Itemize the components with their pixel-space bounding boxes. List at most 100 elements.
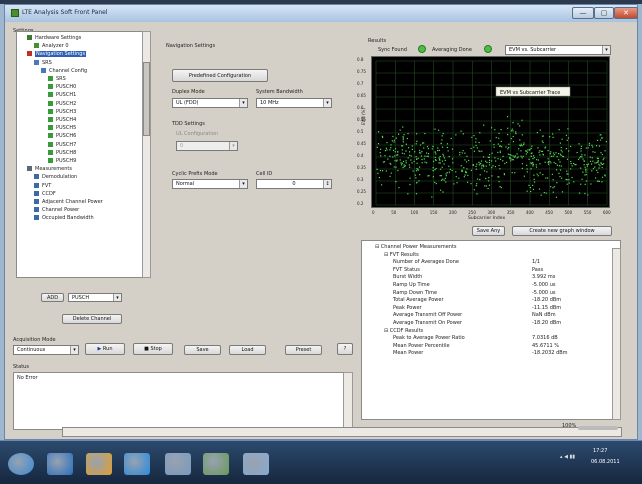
monitor-icon[interactable] (243, 453, 269, 475)
result-row[interactable]: ⊟ Channel Power Measurements (375, 244, 457, 251)
cell-id-input[interactable]: 0 ↕ (256, 179, 332, 189)
tree-item[interactable]: PUSCH5 (48, 125, 76, 132)
status-scrollbar[interactable] (343, 372, 353, 430)
results-view-select[interactable]: EVM vs. Subcarrier ▾ (505, 45, 611, 55)
help-button[interactable]: ? (337, 343, 353, 355)
y-tick-label: 0.8 (357, 57, 364, 62)
tree-item[interactable]: FVT (34, 182, 51, 190)
data-point (552, 179, 554, 181)
chevron-down-icon: ▾ (239, 180, 247, 188)
save-button[interactable]: Save (184, 345, 221, 355)
data-point (449, 168, 451, 171)
tree-item[interactable]: PUSCH8 (48, 149, 76, 157)
tree-item[interactable]: Occupied Bandwidth (34, 215, 94, 222)
minimize-button[interactable]: — (572, 7, 594, 19)
duplex-mode-select[interactable]: UL (FDD) ▾ (172, 98, 248, 108)
channel-type-select[interactable]: PUSCH ▾ (68, 293, 122, 302)
data-point (520, 150, 522, 152)
media-player-icon[interactable] (47, 453, 73, 475)
data-point (448, 155, 450, 158)
save-any-button[interactable]: Save Any (472, 226, 505, 236)
tree-item[interactable]: Adjacent Channel Power (34, 199, 103, 206)
maximize-button[interactable]: ▢ (594, 7, 614, 19)
tree-item[interactable]: Analyzer 0 (34, 43, 69, 50)
result-row[interactable]: FVT Status (393, 267, 420, 274)
data-point (507, 153, 509, 155)
tree-item[interactable]: Channel Power (34, 207, 79, 214)
evm-graph[interactable]: EVM vs Subcarrier Trace (371, 56, 610, 208)
result-row[interactable]: Average Transmit Off Power (393, 312, 462, 319)
result-row[interactable]: Mean Power Percentile (393, 343, 450, 350)
results-scrollbar[interactable] (612, 248, 621, 420)
acquisition-mode-select[interactable]: Continuous ▾ (13, 345, 79, 355)
run-button[interactable]: ▶ Run (85, 343, 125, 355)
tree-item[interactable]: PUSCH3 (48, 108, 76, 116)
delete-channel-button[interactable]: Delete Channel (62, 314, 122, 324)
data-point (513, 156, 515, 158)
tree-item[interactable]: PUSCH0 (48, 84, 76, 91)
data-point (479, 132, 481, 134)
add-channel-button[interactable]: ADD (41, 293, 64, 302)
predefined-configuration-button[interactable]: Predefined Configuration (172, 69, 268, 82)
spinner-icon[interactable]: ↕ (323, 180, 331, 188)
tree-item[interactable]: PUSCH4 (48, 117, 76, 124)
tray-clock[interactable]: 17:27 (593, 448, 607, 454)
tree-item[interactable]: Navigation Settings (27, 51, 87, 58)
tree-item-label: PUSCH1 (56, 92, 77, 99)
internet-explorer-icon[interactable] (124, 453, 150, 475)
tray-icons[interactable]: ▴ ◀ ▮▮ (560, 454, 584, 462)
tree-item[interactable]: Hardware Settings (27, 35, 81, 42)
horizontal-scrollbar[interactable] (62, 427, 622, 437)
tree-item[interactable]: PUSCH9 (48, 158, 76, 165)
data-point (491, 175, 493, 177)
data-point (521, 157, 523, 159)
result-row[interactable]: Mean Power (393, 350, 423, 357)
result-row[interactable]: Peak to Average Power Ratio (393, 335, 465, 342)
tree-item[interactable]: SRS (34, 59, 52, 67)
tree-item[interactable]: PUSCH1 (48, 92, 76, 99)
start-orb-icon[interactable] (8, 453, 34, 475)
explorer-icon[interactable] (86, 453, 112, 475)
tree-item[interactable]: PUSCH7 (48, 141, 76, 149)
data-point (521, 167, 523, 170)
create-graph-window-button[interactable]: Create new graph window (512, 226, 612, 236)
ul-configuration-select[interactable]: 0 ▾ (176, 141, 238, 151)
stop-button[interactable]: ■ Stop (133, 343, 173, 355)
result-row[interactable]: Average Transmit On Power (393, 320, 462, 327)
tree-item[interactable]: Demodulation (34, 174, 77, 181)
load-button[interactable]: Load (229, 345, 266, 355)
tree-item[interactable]: PUSCH6 (48, 133, 76, 140)
cyclic-prefix-select[interactable]: Normal ▾ (172, 179, 248, 189)
result-row[interactable]: ⊟ FVT Results (384, 252, 419, 259)
data-point (565, 178, 567, 181)
result-row[interactable]: Number of Averages Done (393, 259, 459, 266)
settings-tree[interactable]: Hardware Settings Analyzer 0 Navigation Se… (16, 31, 151, 278)
tree-scrollbar-thumb[interactable] (143, 62, 150, 136)
data-point (599, 134, 601, 136)
result-row[interactable]: Burst Width (393, 274, 422, 281)
window-titlebar[interactable]: LTE Analysis Soft Front Panel — ▢ ✕ (4, 4, 638, 22)
tree-item[interactable]: SRS (48, 76, 66, 83)
data-point (552, 187, 554, 189)
lte-panel-icon[interactable] (203, 453, 229, 475)
tree-item[interactable]: Channel Config (41, 67, 87, 75)
result-row[interactable]: Total Average Power (393, 297, 444, 304)
results-tree[interactable]: ⊟ Channel Power Measurements ⊟ FVT Result… (361, 240, 621, 420)
data-point (509, 153, 511, 156)
signal-icon (48, 84, 53, 90)
data-point (399, 159, 401, 161)
app-window-icon[interactable] (165, 453, 191, 475)
preset-button[interactable]: Preset (285, 345, 322, 355)
result-row[interactable]: Peak Power (393, 305, 422, 312)
result-row[interactable]: Ramp Down Time (393, 290, 437, 297)
system-bandwidth-select[interactable]: 10 MHz ▾ (256, 98, 332, 108)
tree-item[interactable]: Measurements (27, 166, 72, 173)
close-button[interactable]: ✕ (614, 7, 638, 19)
result-row[interactable]: ⊟ CCDF Results (384, 328, 423, 335)
data-point (415, 193, 418, 195)
tree-item[interactable]: CCDF (34, 190, 56, 198)
tree-item[interactable]: PUSCH2 (48, 100, 76, 108)
tray-date[interactable]: 06.08.2011 (591, 459, 620, 465)
result-row[interactable]: Ramp Up Time (393, 282, 430, 289)
zoom-slider[interactable] (578, 426, 618, 430)
